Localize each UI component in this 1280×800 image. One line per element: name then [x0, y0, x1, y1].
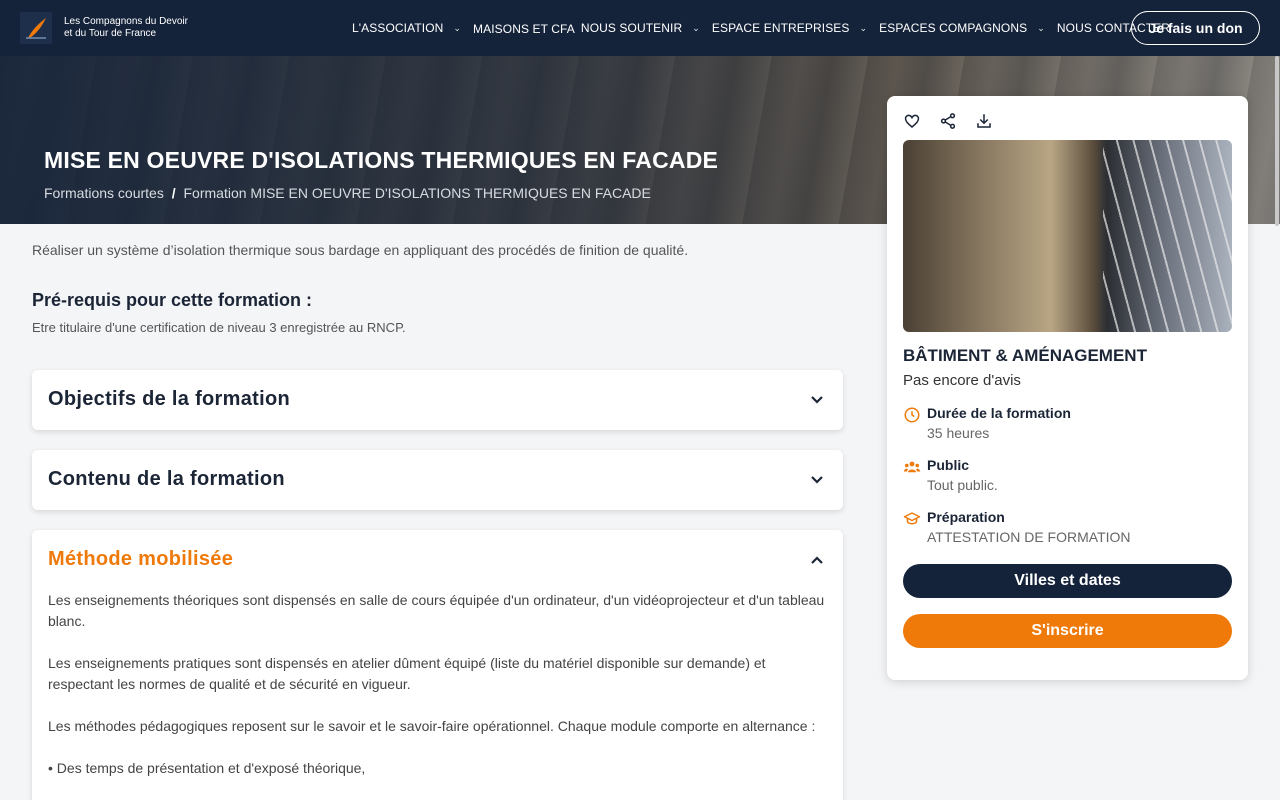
nav-menu: L'ASSOCIATION ⌄ MAISONS ET CFA NOUS SOUTE… — [352, 0, 1178, 56]
download-icon[interactable] — [975, 112, 993, 130]
scrollbar-thumb[interactable] — [1275, 56, 1279, 226]
methode-paragraph: Les enseignements théoriques sont dispen… — [48, 592, 825, 629]
logo[interactable] — [20, 12, 52, 44]
category-label: BÂTIMENT & AMÉNAGEMENT — [903, 346, 1147, 365]
chevron-down-icon: ⌄ — [453, 22, 462, 33]
methode-paragraph: Les méthodes pédagogiques reposent sur l… — [48, 718, 816, 734]
accordion-body-methode: Les enseignements théoriques sont dispen… — [32, 590, 843, 779]
nav-item-espaces-compagnons[interactable]: ESPACES COMPAGNONS ⌄ — [879, 21, 1049, 35]
share-icon[interactable] — [939, 112, 957, 130]
prerequisites-heading: Pré-requis pour cette formation : — [32, 290, 313, 310]
accordion-contenu: Contenu de la formation — [32, 450, 843, 510]
heart-icon[interactable] — [903, 112, 921, 130]
breadcrumb-separator: / — [171, 185, 176, 201]
reviews-text: Pas encore d'avis — [903, 372, 1021, 389]
subscribe-button[interactable]: S'inscrire — [903, 614, 1232, 648]
chevron-up-icon — [811, 556, 823, 564]
users-icon — [903, 461, 921, 473]
nav-item-association[interactable]: L'ASSOCIATION ⌄ — [352, 21, 465, 35]
nav-item-nous-soutenir[interactable]: NOUS SOUTENIR ⌄ — [581, 21, 704, 35]
page-scrollbar[interactable] — [1274, 0, 1280, 800]
training-photo — [903, 140, 1232, 332]
nav-item-espace-entreprises[interactable]: ESPACE ENTREPRISES ⌄ — [712, 21, 871, 35]
training-summary-card: BÂTIMENT & AMÉNAGEMENT Pas encore d'avis… — [887, 96, 1248, 680]
breadcrumb-link-formations-courtes[interactable]: Formations courtes — [44, 185, 164, 201]
breadcrumb: Formations courtes / Formation MISE EN O… — [44, 185, 651, 201]
clock-icon — [904, 407, 920, 423]
training-intro: Réaliser un système d’isolation thermiqu… — [32, 242, 689, 258]
accordion-header-methode[interactable]: Méthode mobilisée — [32, 530, 843, 590]
methode-paragraph: • Des temps de présentation et d'exposé … — [48, 760, 366, 776]
methode-paragraph: Les enseignements pratiques sont dispens… — [48, 655, 766, 692]
donate-button[interactable]: Je fais un don — [1131, 11, 1260, 45]
graduation-cap-icon — [903, 512, 921, 525]
breadcrumb-current: Formation MISE EN OEUVRE D'ISOLATIONS TH… — [183, 185, 651, 201]
brand-name[interactable]: Les Compagnons du Devoir et du Tour de F… — [64, 16, 224, 40]
top-navbar: Les Compagnons du Devoir et du Tour de F… — [0, 0, 1280, 56]
accordion-header-contenu[interactable]: Contenu de la formation — [32, 450, 843, 510]
cities-dates-button[interactable]: Villes et dates — [903, 564, 1232, 598]
card-actions — [903, 112, 993, 130]
nav-item-maisons-cfa[interactable]: MAISONS ET CFA — [473, 22, 575, 36]
chevron-down-icon: ⌄ — [859, 22, 868, 33]
chevron-down-icon: ⌄ — [692, 22, 700, 33]
accordion-methode: Méthode mobilisée Les enseignements théo… — [32, 530, 843, 800]
page-title: MISE EN OEUVRE D'ISOLATIONS THERMIQUES E… — [44, 147, 719, 173]
chevron-down-icon — [811, 396, 823, 404]
chevron-down-icon — [811, 476, 823, 484]
prerequisites-text: Etre titulaire d'une certification de ni… — [32, 320, 406, 335]
accordion-objectifs: Objectifs de la formation — [32, 370, 843, 430]
accordion-header-objectifs[interactable]: Objectifs de la formation — [32, 370, 843, 430]
chevron-down-icon: ⌄ — [1037, 22, 1045, 33]
